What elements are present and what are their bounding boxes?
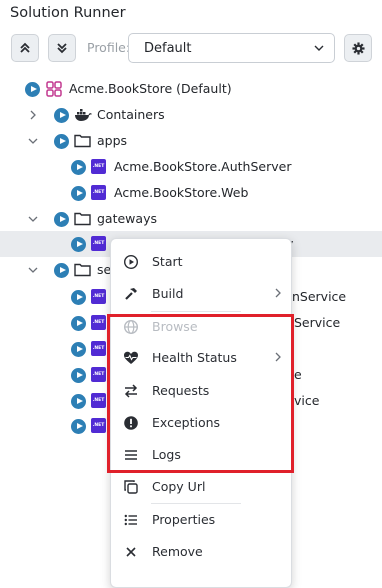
dotnet-icon: .NET	[91, 185, 106, 200]
settings-button[interactable]	[344, 34, 372, 62]
expand-all-button[interactable]	[48, 34, 76, 62]
tree-row-apps[interactable]: apps	[0, 128, 382, 154]
menu-item-start[interactable]: Start	[111, 249, 293, 275]
dotnet-icon: .NET	[91, 341, 106, 356]
play-icon[interactable]	[25, 82, 40, 97]
chevron-right-icon	[275, 288, 281, 298]
expand-all-icon	[57, 43, 67, 54]
docker-icon	[75, 109, 92, 121]
tree-label: vice	[294, 393, 320, 408]
play-icon[interactable]	[71, 342, 86, 357]
menu-item-label: Remove	[152, 544, 203, 559]
profile-value: Default	[144, 40, 192, 56]
collapse-all-icon	[20, 42, 30, 53]
play-icon[interactable]	[71, 160, 86, 175]
tree-label: Acme.BookStore (Default)	[69, 81, 232, 96]
play-icon[interactable]	[54, 263, 69, 278]
tree-row-gateways[interactable]: gateways	[0, 206, 382, 232]
profile-label: Profile:	[87, 40, 131, 55]
tree-row-root[interactable]: Acme.BookStore (Default)	[0, 76, 382, 102]
menu-item-label: Build	[152, 286, 184, 301]
dotnet-icon: .NET	[91, 367, 106, 382]
tree-label: e	[294, 367, 302, 382]
menu-item-label: Copy Url	[152, 479, 206, 494]
play-icon[interactable]	[71, 368, 86, 383]
menu-item-label: Properties	[152, 512, 216, 527]
tree-label: Acme.BookStore.Web	[114, 185, 249, 200]
play-icon[interactable]	[54, 212, 69, 227]
chevron-down-icon	[314, 45, 324, 51]
dotnet-icon: .NET	[91, 159, 106, 174]
tree-label: nService	[292, 289, 347, 304]
play-icon[interactable]	[71, 237, 86, 252]
menu-item-build[interactable]: Build	[111, 281, 293, 307]
play-icon[interactable]	[71, 186, 86, 201]
tree-row-web[interactable]: .NET Acme.BookStore.Web	[0, 180, 382, 206]
dotnet-icon: .NET	[91, 236, 106, 251]
dotnet-icon: .NET	[91, 418, 106, 433]
tree-row-containers[interactable]: Containers	[0, 102, 382, 128]
panel-title: Solution Runner	[10, 5, 126, 21]
tree-row-authserver[interactable]: .NET Acme.BookStore.AuthServer	[0, 154, 382, 180]
tree-label: Service	[294, 315, 341, 330]
tree-label: Containers	[97, 107, 165, 122]
dotnet-icon: .NET	[91, 315, 106, 330]
play-icon[interactable]	[71, 290, 86, 305]
folder-icon	[74, 212, 91, 226]
list-icon	[124, 514, 137, 526]
play-icon[interactable]	[71, 316, 86, 331]
menu-item-remove[interactable]: Remove	[111, 539, 293, 565]
profile-select[interactable]: Default	[128, 33, 335, 63]
chevron-down-icon[interactable]	[27, 264, 39, 276]
menu-separator	[151, 503, 241, 504]
hammer-icon	[125, 288, 137, 300]
menu-separator	[151, 311, 241, 312]
gear-icon	[351, 41, 365, 55]
highlight-box	[107, 314, 294, 473]
tree-label: apps	[97, 133, 128, 148]
play-circle-icon	[123, 254, 139, 270]
chevron-right-icon[interactable]	[27, 109, 39, 121]
play-icon[interactable]	[71, 394, 86, 409]
tree-label: Acme.BookStore.AuthServer	[114, 159, 292, 174]
menu-item-properties[interactable]: Properties	[111, 507, 293, 533]
close-icon	[126, 547, 136, 557]
dotnet-icon: .NET	[91, 393, 106, 408]
solution-icon	[46, 81, 62, 97]
menu-item-label: Start	[152, 254, 183, 269]
dotnet-icon: .NET	[91, 289, 106, 304]
chevron-down-icon[interactable]	[27, 135, 39, 147]
folder-icon	[74, 134, 91, 148]
play-icon[interactable]	[54, 134, 69, 149]
play-icon[interactable]	[71, 419, 86, 434]
play-icon[interactable]	[54, 108, 69, 123]
menu-item-copy-url[interactable]: Copy Url	[111, 474, 293, 500]
tree-label: gateways	[97, 211, 157, 226]
collapse-all-button[interactable]	[11, 34, 39, 62]
copy-icon	[124, 480, 138, 494]
chevron-down-icon[interactable]	[27, 213, 39, 225]
folder-icon	[74, 263, 91, 277]
